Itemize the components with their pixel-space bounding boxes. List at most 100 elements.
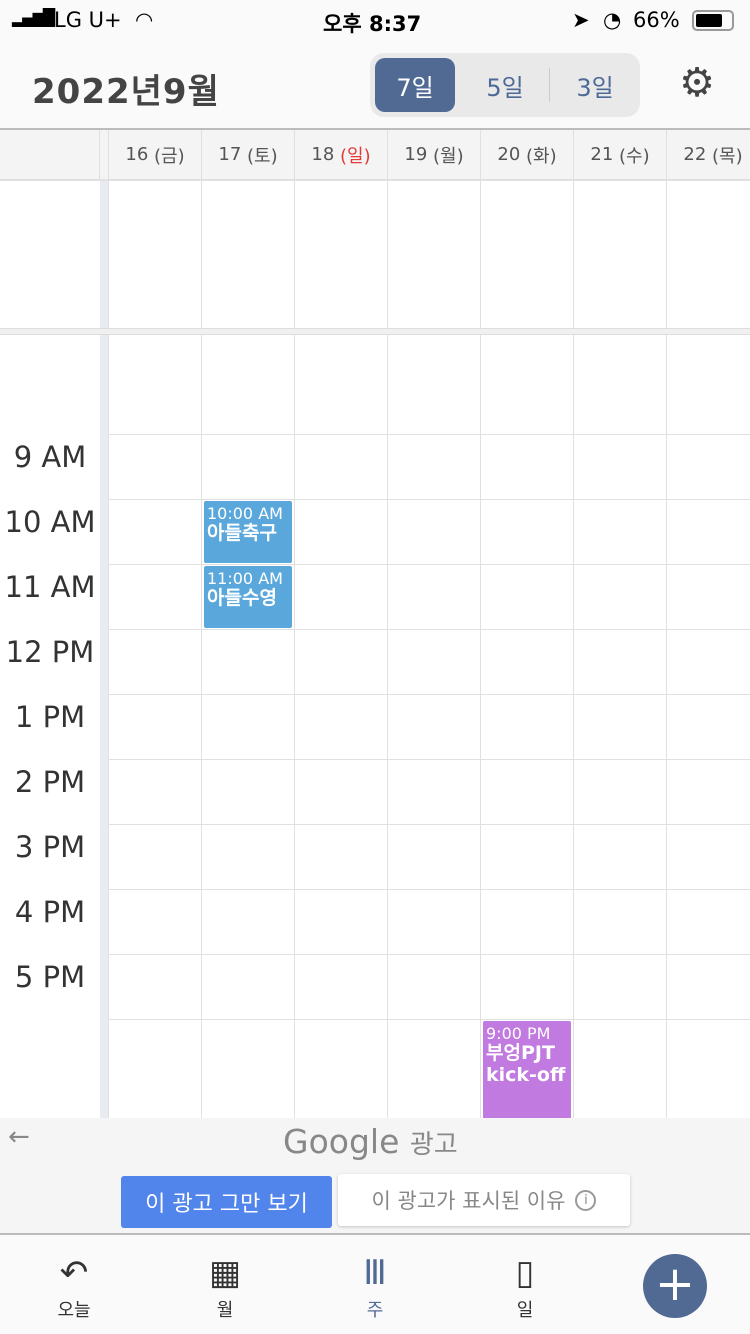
undo-arrow-icon: ↶ — [59, 1253, 89, 1293]
time-label: 10 AM — [4, 505, 96, 539]
day-header[interactable]: 16 (금) — [109, 130, 202, 180]
day-header[interactable]: 17 (토) — [202, 130, 295, 180]
battery-icon — [692, 10, 734, 31]
add-event-button[interactable]: + — [643, 1254, 707, 1318]
ad-banner: ← Google 광고 이 광고 그만 보기 이 광고가 표시된 이유 i — [0, 1118, 750, 1235]
carrier: LG U+ — [54, 8, 122, 32]
rotation-lock-icon: ◔ — [603, 8, 622, 32]
day-header[interactable]: 18 (일) — [295, 130, 388, 180]
event-block[interactable]: 11:00 AM 아들수영 — [204, 566, 292, 628]
day-header[interactable]: 20 (화) — [481, 130, 574, 180]
header-line — [0, 180, 750, 181]
day-header[interactable]: 22 (목) — [667, 130, 750, 180]
ad-label: 광고 — [409, 1130, 458, 1160]
day-column-icon: ▯ — [515, 1253, 535, 1293]
hour-line — [108, 1019, 750, 1020]
day-header[interactable]: 21 (수) — [574, 130, 667, 180]
status-bar: ▂▄▆█ LG U+ ◠ 오후 8:37 ➤ ◔ 66% — [0, 0, 750, 42]
time-label: 9 AM — [13, 440, 87, 474]
column-divider — [573, 180, 574, 1118]
hour-line — [108, 954, 750, 955]
hour-line — [108, 499, 750, 500]
weekday: (토) — [247, 145, 278, 167]
day-number: 16 — [125, 144, 149, 165]
event-title: 부엉PJT kick-off — [486, 1042, 566, 1086]
weekday: (수) — [619, 145, 650, 167]
ad-brand: Google 광고 — [283, 1122, 458, 1161]
back-arrow-icon[interactable]: ← — [8, 1122, 30, 1152]
weekday: (목) — [712, 145, 743, 167]
tab-month[interactable]: ▦ 월 — [175, 1250, 275, 1322]
tab-label: 월 — [216, 1300, 234, 1321]
clock: 오후 8:37 — [323, 12, 422, 36]
column-divider — [480, 180, 481, 1118]
column-divider — [294, 180, 295, 1118]
allday-strip — [100, 180, 108, 330]
day-number: 18 — [311, 144, 335, 165]
event-title: 아들축구 — [207, 522, 277, 544]
time-label: 4 PM — [14, 895, 86, 929]
column-divider — [666, 180, 667, 1118]
time-label: 12 PM — [5, 635, 95, 669]
day-number: 17 — [218, 144, 242, 165]
hour-line — [108, 694, 750, 695]
day-number: 20 — [497, 144, 521, 165]
segment-5-days[interactable]: 5일 — [465, 58, 545, 112]
tab-week[interactable]: Ⅲ주 — [325, 1250, 425, 1322]
tab-label: 오늘 — [57, 1300, 91, 1321]
day-number: 22 — [683, 144, 707, 165]
time-label: 5 PM — [14, 960, 86, 994]
battery-percent: 66% — [633, 8, 680, 32]
corner-strip — [100, 130, 109, 180]
corner-cell — [0, 130, 100, 180]
hour-line — [108, 889, 750, 890]
event-block[interactable]: 9:00 PM 부엉PJT kick-off — [483, 1021, 571, 1118]
location-icon: ➤ — [572, 8, 590, 32]
column-divider — [108, 180, 109, 1118]
event-time: 10:00 AM — [207, 504, 283, 523]
weekday: (금) — [154, 145, 185, 167]
time-label: 2 PM — [14, 765, 86, 799]
header: 2022년9월 7일 5일 3일 ⚙ — [0, 42, 750, 128]
event-time: 11:00 AM — [207, 569, 283, 588]
column-divider — [201, 180, 202, 1118]
info-icon: i — [575, 1189, 597, 1211]
day-header[interactable]: 19 (월) — [388, 130, 481, 180]
tab-today[interactable]: ↶ 오늘 — [24, 1250, 124, 1322]
gear-icon[interactable]: ⚙ — [676, 62, 718, 104]
hour-line — [108, 759, 750, 760]
segment-divider — [549, 68, 550, 102]
event-block[interactable]: 10:00 AM 아들축구 — [204, 501, 292, 563]
wifi-icon: ◠ — [135, 8, 154, 32]
time-label: 3 PM — [14, 830, 86, 864]
weekday: (월) — [433, 145, 464, 167]
week-columns-icon: Ⅲ — [363, 1253, 387, 1293]
why-ad-label: 이 광고가 표시된 이유 — [371, 1189, 566, 1213]
time-strip — [100, 335, 108, 1118]
day-number: 19 — [404, 144, 428, 165]
time-label: 11 AM — [4, 570, 96, 604]
tab-label: 일 — [516, 1300, 534, 1321]
event-title: 아들수영 — [207, 587, 277, 609]
allday-separator — [0, 328, 750, 335]
hour-line — [108, 629, 750, 630]
month-grid-icon: ▦ — [208, 1253, 242, 1293]
stop-ad-button[interactable]: 이 광고 그만 보기 — [121, 1176, 332, 1228]
why-ad-button[interactable]: 이 광고가 표시된 이유 i — [338, 1174, 630, 1226]
page-title: 2022년9월 — [32, 72, 220, 112]
column-divider — [387, 180, 388, 1118]
week-grid: 16 (금) 17 (토) 18 (일) 19 (월) 20 (화) 21 (수) 22 (… — [0, 128, 750, 1118]
hour-line — [108, 824, 750, 825]
event-time: 9:00 PM — [486, 1024, 551, 1043]
weekday: (일) — [340, 145, 371, 167]
segment-3-days[interactable]: 3일 — [555, 58, 635, 112]
hour-line — [108, 434, 750, 435]
weekday: (화) — [526, 145, 557, 167]
day-number: 21 — [590, 144, 614, 165]
tab-day[interactable]: ▯ 일 — [475, 1250, 575, 1322]
time-label: 1 PM — [14, 700, 86, 734]
signal-icon: ▂▄▆█ — [12, 8, 55, 27]
range-segmented-control: 7일 5일 3일 — [370, 53, 640, 117]
segment-7-days[interactable]: 7일 — [375, 58, 455, 112]
tab-label: 주 — [366, 1300, 384, 1321]
